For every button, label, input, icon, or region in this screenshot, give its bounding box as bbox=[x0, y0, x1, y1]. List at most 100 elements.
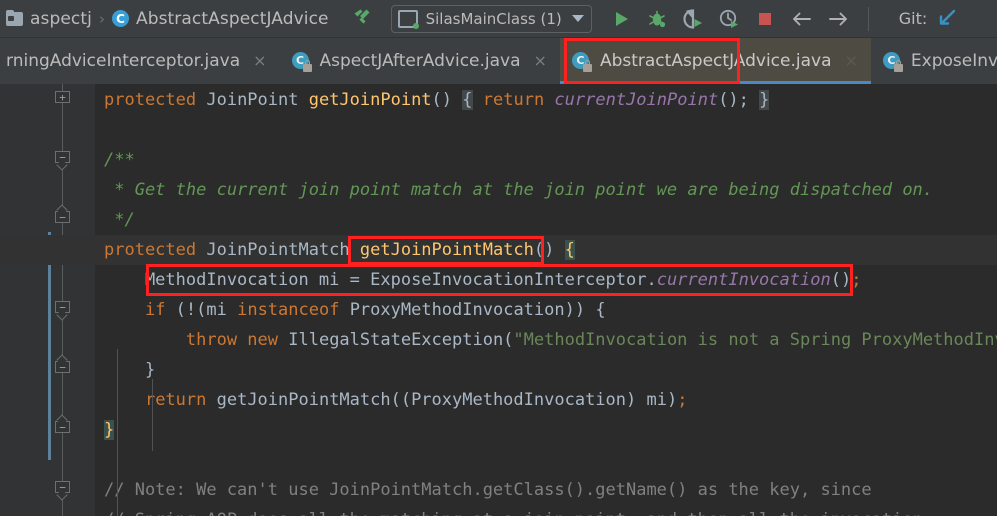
breadcrumb-item-module[interactable]: aspectj bbox=[6, 9, 92, 29]
code-token: (!(mi bbox=[175, 300, 238, 320]
breadcrumb-item-class[interactable]: C AbstractAspectJAdvice bbox=[111, 8, 329, 29]
code-token: currentJoinPoint bbox=[554, 90, 719, 110]
tab-close-icon[interactable]: × bbox=[845, 53, 858, 69]
code-token: { bbox=[462, 90, 473, 110]
code-token: = bbox=[349, 270, 371, 290]
tab-close-icon[interactable]: × bbox=[253, 53, 266, 69]
code-token: IllegalStateException( bbox=[288, 330, 514, 350]
tab-close-icon[interactable]: × bbox=[534, 53, 547, 69]
tab-label: rningAdviceInterceptor.java bbox=[6, 51, 241, 71]
debug-button[interactable] bbox=[646, 8, 668, 30]
code-line[interactable]: * Get the current join point match at th… bbox=[0, 175, 997, 205]
code-token: /** bbox=[104, 150, 135, 170]
code-token: */ bbox=[104, 210, 135, 230]
run-configuration-icon bbox=[397, 9, 419, 29]
code-token: throw new bbox=[185, 330, 289, 350]
code-token: JoinPointMatch bbox=[206, 240, 360, 260]
run-configuration-selector[interactable]: SilasMainClass (1) bbox=[390, 4, 592, 33]
code-line[interactable]: throw new IllegalStateException("MethodI… bbox=[0, 325, 997, 355]
code-line[interactable]: /** bbox=[0, 145, 997, 175]
code-token: // Spring AOP does all the matching at a… bbox=[104, 510, 923, 516]
java-class-file-icon: C bbox=[291, 51, 312, 72]
code-token: getJoinPointMatch bbox=[359, 240, 534, 260]
code-token: () bbox=[830, 270, 852, 290]
git-label: Git: bbox=[898, 9, 928, 28]
code-line[interactable]: return getJoinPointMatch((ProxyMethodInv… bbox=[0, 385, 997, 415]
code-token: currentInvocation bbox=[656, 270, 831, 290]
code-token: () bbox=[533, 240, 565, 260]
code-content[interactable]: protected JoinPoint getJoinPoint() { ret… bbox=[0, 84, 997, 516]
tab-aspectj-after-advice[interactable]: C AspectJAfterAdvice.java × bbox=[280, 38, 560, 84]
run-configuration-label: SilasMainClass (1) bbox=[425, 9, 562, 28]
tab-expose-invocation-interceptor[interactable]: C ExposeInvoc bbox=[871, 38, 997, 84]
breadcrumb: aspectj › C AbstractAspectJAdvice bbox=[6, 9, 329, 29]
code-token: } bbox=[104, 360, 156, 380]
stop-button[interactable] bbox=[754, 8, 776, 30]
code-line[interactable]: protected JoinPointMatch getJoinPointMat… bbox=[0, 235, 997, 265]
main-toolbar: aspectj › C AbstractAspectJAdvice SilasM… bbox=[0, 0, 997, 38]
tab-label: ExposeInvoc bbox=[910, 51, 997, 71]
code-token: "MethodInvocation is not a Spring ProxyM… bbox=[513, 330, 997, 350]
update-project-icon[interactable] bbox=[935, 8, 957, 30]
code-token: protected bbox=[104, 240, 207, 260]
code-line[interactable]: if (!(mi instanceof ProxyMethodInvocatio… bbox=[0, 295, 997, 325]
code-token: return bbox=[144, 390, 217, 410]
code-line[interactable]: } bbox=[0, 355, 997, 385]
indent-guide bbox=[117, 349, 118, 516]
java-class-file-icon: C bbox=[882, 51, 903, 72]
code-token: if bbox=[144, 300, 176, 320]
code-token: instanceof bbox=[237, 300, 350, 320]
code-token: protected bbox=[104, 90, 207, 110]
code-token: ; bbox=[851, 270, 862, 290]
build-project-button[interactable] bbox=[351, 6, 377, 32]
profile-button[interactable] bbox=[718, 8, 740, 30]
chevron-down-icon[interactable] bbox=[571, 15, 584, 22]
code-token: getJoinPointMatch((ProxyMethodInvocation… bbox=[216, 390, 678, 410]
code-line[interactable]: // Note: We can't use JoinPointMatch.get… bbox=[0, 475, 997, 505]
code-token: (); bbox=[718, 90, 760, 110]
code-token: * Get the current join point match at th… bbox=[104, 180, 934, 200]
run-with-coverage-button[interactable] bbox=[682, 8, 704, 30]
code-token: } bbox=[759, 90, 770, 110]
tab-label: AspectJAfterAdvice.java bbox=[319, 51, 521, 71]
breadcrumb-separator-icon: › bbox=[98, 9, 105, 28]
code-token: return bbox=[482, 90, 555, 110]
code-token: ; bbox=[677, 390, 688, 410]
code-line[interactable]: } bbox=[0, 415, 997, 445]
back-button[interactable] bbox=[790, 8, 812, 30]
code-line[interactable]: MethodInvocation mi = ExposeInvocationIn… bbox=[0, 265, 997, 295]
tab-label: AbstractAspectJAdvice.java bbox=[599, 51, 832, 71]
breadcrumb-module-label: aspectj bbox=[30, 8, 92, 29]
code-token: // Note: We can't use JoinPointMatch.get… bbox=[104, 480, 872, 500]
code-line[interactable]: */ bbox=[0, 205, 997, 235]
toolbar-divider bbox=[867, 6, 869, 31]
code-line[interactable]: // Spring AOP does all the matching at a… bbox=[0, 505, 997, 516]
java-class-file-icon: C bbox=[571, 51, 592, 72]
code-line[interactable]: protected JoinPoint getJoinPoint() { ret… bbox=[0, 85, 997, 115]
code-token: ExposeInvocationInterceptor. bbox=[370, 270, 657, 290]
class-icon: C bbox=[111, 10, 129, 27]
code-token: ProxyMethodInvocation)) { bbox=[349, 300, 606, 320]
code-token: getJoinPoint bbox=[308, 90, 432, 110]
git-toolbar-group: Git: bbox=[899, 8, 958, 30]
code-line[interactable] bbox=[0, 115, 997, 145]
toolbar-actions: Git: bbox=[610, 6, 958, 31]
code-editor[interactable]: +−−−−−−− protected JoinPoint getJoinPoin… bbox=[0, 38, 997, 516]
code-token: JoinPoint bbox=[206, 90, 309, 110]
module-icon bbox=[6, 9, 23, 26]
run-button[interactable] bbox=[610, 8, 632, 30]
tab-warning-advice-interceptor[interactable]: C rningAdviceInterceptor.java × bbox=[0, 38, 280, 84]
code-token: { bbox=[564, 240, 575, 260]
code-line[interactable] bbox=[0, 445, 997, 475]
code-token: } bbox=[104, 420, 115, 440]
code-token: MethodInvocation mi bbox=[104, 270, 350, 290]
breadcrumb-class-label: AbstractAspectJAdvice bbox=[135, 8, 329, 29]
indent-guide bbox=[152, 379, 153, 451]
code-token: () bbox=[431, 90, 463, 110]
tab-abstract-aspectj-advice[interactable]: C AbstractAspectJAdvice.java × bbox=[559, 38, 871, 84]
forward-button[interactable] bbox=[826, 8, 848, 30]
